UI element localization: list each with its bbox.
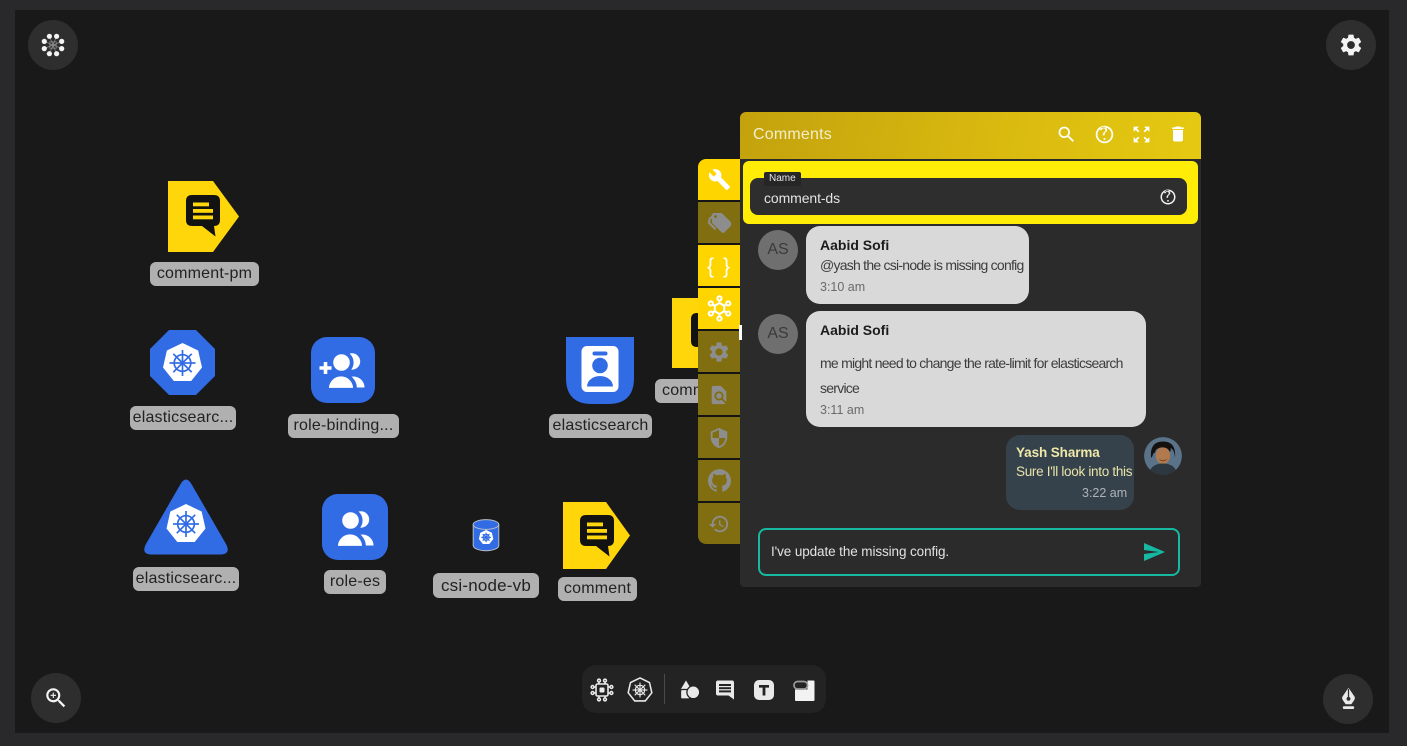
svg-text:{: { [707, 255, 714, 278]
svg-text:}: } [723, 255, 730, 278]
